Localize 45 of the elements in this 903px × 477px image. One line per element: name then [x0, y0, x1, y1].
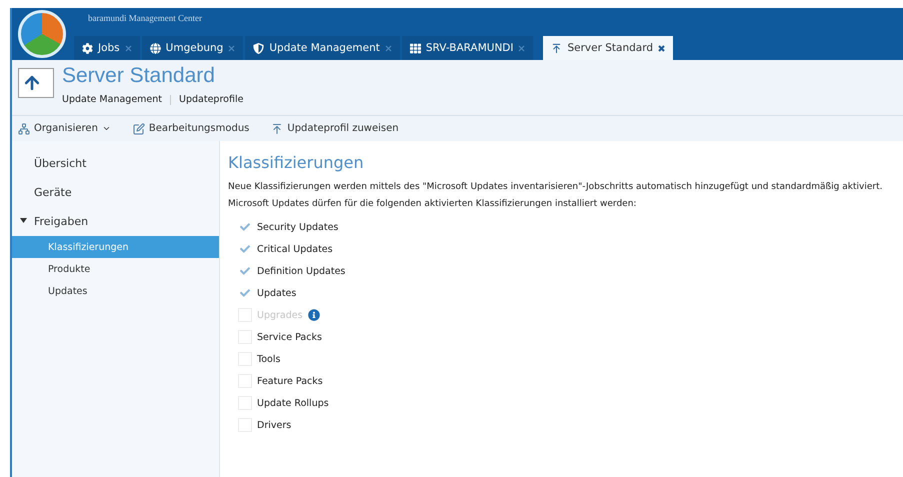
checkbox-label: Security Updates	[257, 222, 338, 232]
sidebar-item-label: Geräte	[34, 186, 72, 199]
toolbar-button[interactable]: Organisieren	[18, 122, 111, 134]
caret-down-icon[interactable]	[20, 217, 27, 224]
breadcrumb-item[interactable]: Updateprofile	[179, 94, 244, 105]
sidebar-item[interactable]: Übersicht	[12, 149, 219, 178]
checkbox-label: Feature Packs	[257, 376, 323, 386]
grid-icon	[410, 42, 421, 54]
tab[interactable]: Jobs	[74, 36, 140, 60]
checkbox-label: Tools	[257, 354, 280, 364]
breadcrumb-item[interactable]: Update Management	[62, 94, 162, 105]
checkbox-label: Upgrades	[257, 310, 303, 320]
page-title: Server Standard	[62, 64, 216, 88]
tab[interactable]: Umgebung	[142, 36, 244, 60]
checkbox-label: Service Packs	[257, 332, 322, 342]
tab[interactable]: Update Management	[245, 36, 400, 60]
sidebar-item[interactable]: Geräte	[12, 178, 219, 207]
app-logo[interactable]	[18, 10, 66, 58]
checkbox-label: Drivers	[257, 420, 292, 430]
sidebar-item-label: Übersicht	[34, 157, 86, 170]
window-title: baramundi Management Center	[87, 12, 203, 23]
sidebar-item[interactable]: Produkte	[12, 258, 219, 280]
tab[interactable]: Server Standard	[543, 36, 674, 60]
description-text: Neue Klassifizierungen werden mittels des "Microsoft Updates inventarisieren"-Jobschritts automatisch hinzugefügt und standardmäßig aktiviert.	[228, 182, 884, 192]
checkbox-label: Updates	[257, 288, 296, 298]
toolbar-button[interactable]: Updateprofil zuweisen	[271, 122, 399, 134]
checkbox-label: Definition Updates	[257, 266, 346, 276]
globe-icon	[150, 42, 161, 54]
sidebar-item-label: Freigaben	[34, 215, 88, 228]
shield-icon	[253, 42, 264, 54]
sidebar-item[interactable]: Freigaben	[12, 207, 219, 236]
tab[interactable]: SRV-BARAMUNDI	[402, 36, 534, 60]
gear-icon	[82, 42, 93, 54]
upload-icon	[271, 122, 284, 134]
checkbox-label: Update Rollups	[257, 398, 329, 408]
hierarchy-icon	[18, 122, 30, 134]
checkbox-label: Critical Updates	[257, 244, 333, 254]
section-title: Klassifizierungen	[228, 153, 365, 172]
upload-icon	[551, 42, 562, 54]
description-text: Microsoft Updates dürfen für die folgenden aktivierten Klassifizierungen installiert werden:	[228, 199, 638, 209]
profile-icon	[18, 68, 54, 98]
sidebar-item[interactable]: Updates	[12, 280, 219, 302]
close-icon[interactable]	[658, 44, 666, 52]
toolbar-button[interactable]: Bearbeitungsmodus	[132, 122, 250, 134]
edit-icon	[132, 122, 145, 134]
